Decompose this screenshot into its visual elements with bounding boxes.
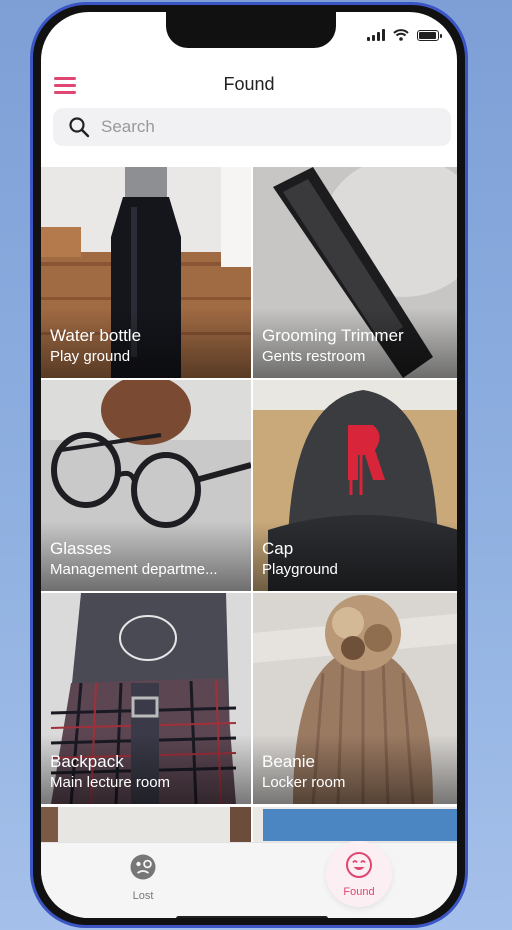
item-card-water-bottle[interactable]: Water bottle Play ground	[41, 167, 251, 378]
sad-face-icon	[130, 854, 156, 880]
partial-item-card[interactable]	[253, 807, 457, 843]
item-name: Beanie	[262, 752, 315, 771]
happy-face-icon	[346, 852, 372, 878]
item-location: Management departme...	[50, 561, 218, 578]
item-name: Backpack	[50, 752, 124, 771]
tab-found[interactable]: Found	[326, 841, 392, 907]
page-title: Found	[223, 74, 275, 94]
item-card-grooming-trimmer[interactable]: Grooming Trimmer Gents restroom	[253, 167, 457, 378]
item-name: Grooming Trimmer	[262, 326, 404, 345]
item-card-beanie[interactable]: Beanie Locker room	[253, 593, 457, 804]
found-items-grid: Water bottle Play ground Grooming Trimme…	[41, 167, 457, 804]
home-indicator	[176, 916, 328, 918]
tab-lost[interactable]: Lost	[108, 853, 178, 902]
notch	[166, 12, 336, 48]
item-name: Cap	[262, 539, 294, 558]
item-card-glasses[interactable]: Glasses Management departme...	[41, 380, 251, 591]
search-icon	[69, 117, 90, 138]
signal-icon	[367, 29, 385, 41]
item-location: Play ground	[50, 348, 131, 365]
item-location: Playground	[262, 561, 338, 578]
partial-item-card[interactable]	[41, 807, 251, 843]
phone-frame: Found Search Water bottle Play ground Gr…	[30, 2, 468, 928]
item-name: Glasses	[50, 539, 112, 558]
battery-icon	[417, 29, 442, 41]
item-card-backpack[interactable]: Backpack Main lecture room	[41, 593, 251, 804]
tab-lost-label: Lost	[132, 890, 154, 902]
wifi-icon	[393, 29, 409, 41]
item-card-cap[interactable]: Cap Playground	[253, 380, 457, 591]
status-bar	[367, 29, 442, 41]
tab-bar: Lost Found	[41, 841, 457, 918]
tab-found-label: Found	[343, 886, 375, 898]
app-screen: Found Search Water bottle Play ground Gr…	[41, 12, 457, 918]
item-location: Main lecture room	[50, 774, 171, 791]
item-location: Locker room	[262, 774, 346, 791]
partial-row	[41, 807, 457, 843]
item-name: Water bottle	[50, 326, 142, 345]
item-location: Gents restroom	[262, 348, 366, 365]
search-input[interactable]	[99, 116, 403, 138]
search-bar[interactable]	[53, 108, 451, 146]
